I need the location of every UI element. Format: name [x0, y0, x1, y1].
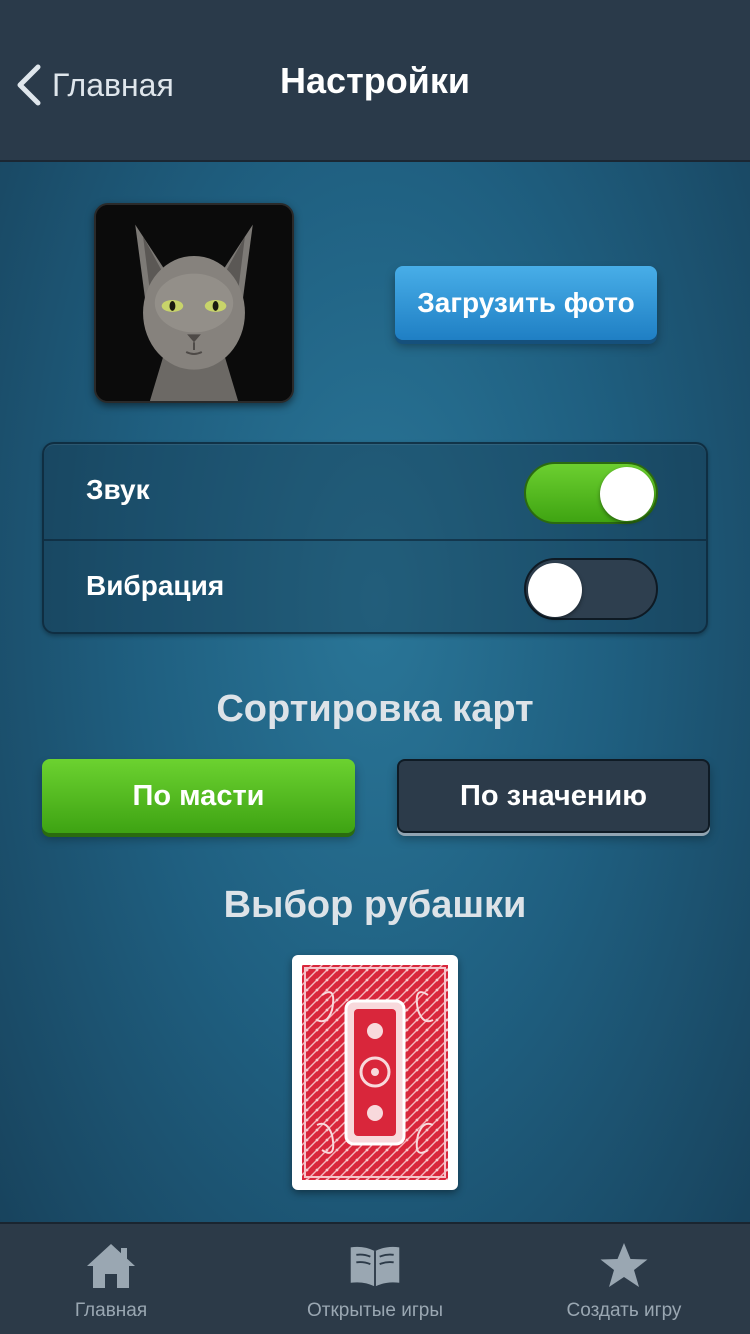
toggle-knob: [600, 467, 654, 521]
tab-open-games[interactable]: Открытые игры: [250, 1224, 500, 1334]
tab-create-game[interactable]: Создать игру: [499, 1224, 749, 1334]
vibration-label: Вибрация: [86, 570, 225, 601]
sort-by-suit-button[interactable]: По масти: [42, 759, 355, 833]
sound-row: Звук: [44, 444, 706, 541]
tab-home[interactable]: Главная: [0, 1224, 236, 1334]
vibration-toggle[interactable]: [524, 558, 658, 620]
nav-header: Главная Настройки: [0, 0, 750, 162]
home-icon: [87, 1244, 135, 1288]
sort-by-value-button[interactable]: По значению: [397, 759, 710, 833]
card-back-option[interactable]: [292, 955, 458, 1190]
card-back-pattern: [302, 965, 448, 1180]
book-icon: [350, 1246, 400, 1287]
settings-panel: Звук Вибрация: [42, 442, 708, 634]
back-button[interactable]: Главная: [14, 62, 174, 108]
chevron-left-icon: [17, 64, 41, 106]
card-back-title: Выбор рубашки: [223, 884, 527, 926]
tab-open-games-label: Открытые игры: [307, 1300, 443, 1321]
back-label: Главная: [52, 66, 174, 103]
vibration-row: Вибрация: [44, 540, 706, 635]
tab-bar: Главная Открытые игры Создать игру: [0, 1222, 750, 1334]
upload-photo-button[interactable]: Загрузить фото: [395, 266, 657, 340]
star-icon: [600, 1243, 648, 1287]
avatar-cat-image: [96, 205, 292, 401]
tab-home-label: Главная: [74, 1300, 148, 1321]
avatar[interactable]: [94, 203, 294, 403]
sorting-title: Сортировка карт: [216, 688, 534, 730]
sound-label: Звук: [86, 474, 150, 505]
toggle-knob: [528, 563, 582, 617]
tab-create-game-label: Создать игру: [566, 1300, 682, 1321]
sound-toggle[interactable]: [524, 462, 658, 524]
